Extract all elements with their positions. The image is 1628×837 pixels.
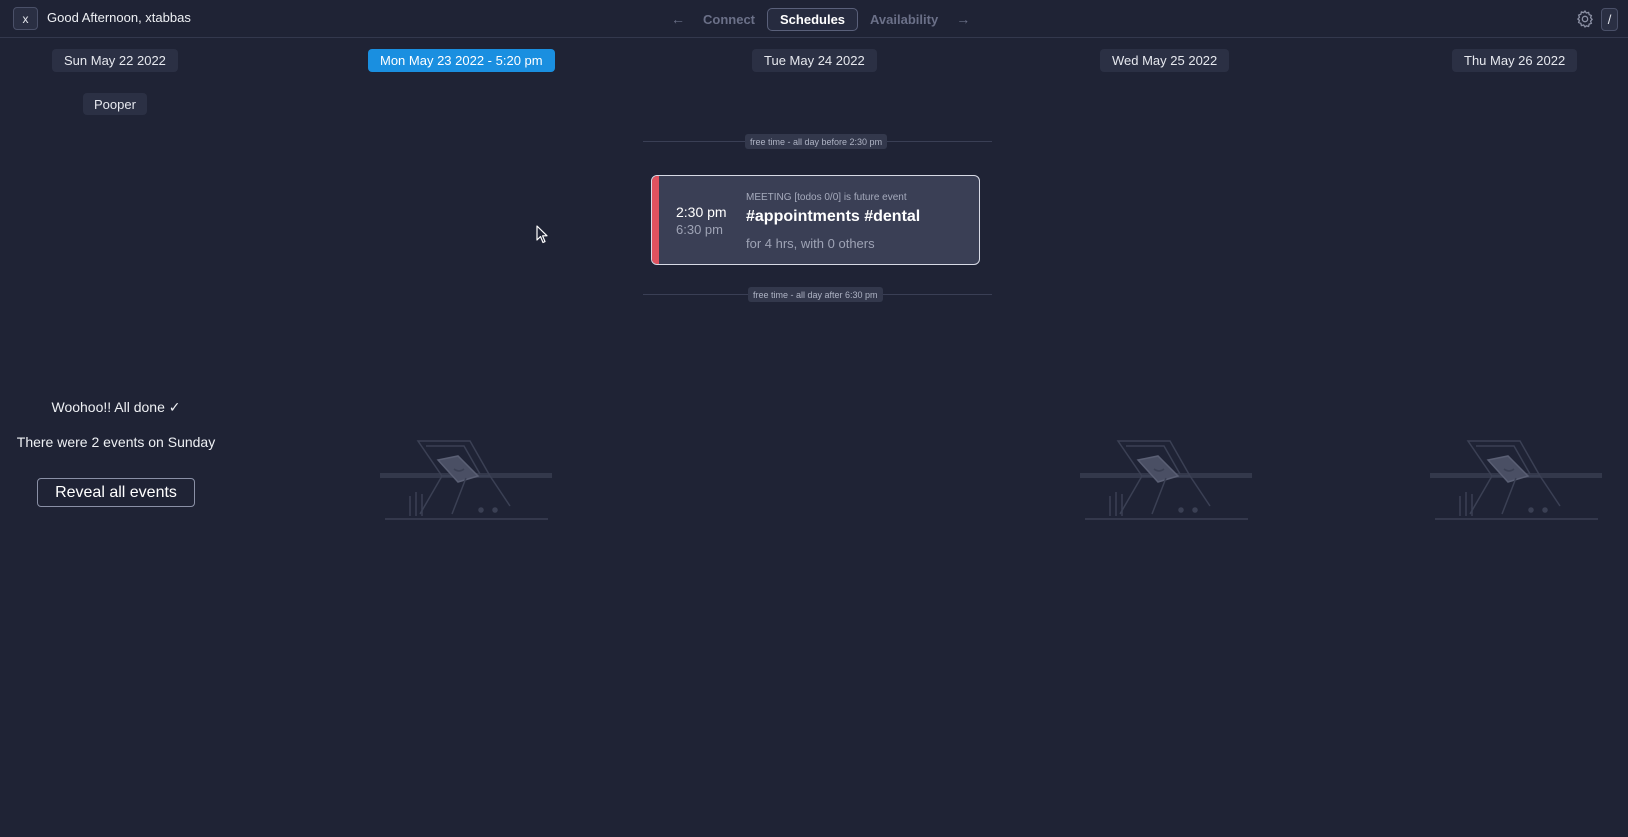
event-end-time: 6:30 pm [676,222,723,237]
lounge-chair-illustration [380,440,552,520]
event-title: #appointments #dental [746,208,921,225]
day-header-thu[interactable]: Thu May 26 2022 [1452,49,1578,72]
event-start-time: 2:30 pm [676,204,727,220]
tab-connect[interactable]: Connect [691,9,767,30]
event-meta: MEETING [todos 0/0] is future event [746,192,907,203]
view-nav: ← Connect Schedules Availability → [665,7,976,31]
tab-schedules[interactable]: Schedules [767,7,859,31]
close-button[interactable]: x [13,7,38,30]
reveal-all-events-button[interactable]: Reveal all events [37,478,195,507]
lounge-chair-illustration [1430,440,1602,520]
free-time-after-label: free time - all day after 6:30 pm [748,287,883,302]
greeting: Good Afternoon, xtabbas [47,10,191,25]
prev-arrow-icon[interactable]: ← [665,11,691,27]
day-header-wed[interactable]: Wed May 25 2022 [1100,49,1230,72]
events-count-message: There were 2 events on Sunday [16,434,216,450]
all-done-message: Woohoo!! All done ✓ [51,399,181,415]
event-color-stripe [652,176,659,264]
day-header-tue[interactable]: Tue May 24 2022 [752,49,877,72]
command-button[interactable]: / [1601,8,1618,31]
lounge-chair-illustration [1080,440,1252,520]
event-card[interactable]: 2:30 pm 6:30 pm MEETING [todos 0/0] is f… [651,175,980,265]
day-header-sun[interactable]: Sun May 22 2022 [52,49,178,72]
next-arrow-icon[interactable]: → [950,11,976,27]
event-subtitle: for 4 hrs, with 0 others [746,236,875,251]
day-header-mon-today[interactable]: Mon May 23 2022 - 5:20 pm [368,49,555,72]
top-bar: x Good Afternoon, xtabbas ← Connect Sche… [0,0,1628,38]
tag-pooper[interactable]: Pooper [83,93,147,115]
mouse-cursor-icon [536,225,548,244]
free-time-before-label: free time - all day before 2:30 pm [745,134,888,149]
tab-availability[interactable]: Availability [858,9,950,30]
gear-icon[interactable] [1575,9,1595,29]
